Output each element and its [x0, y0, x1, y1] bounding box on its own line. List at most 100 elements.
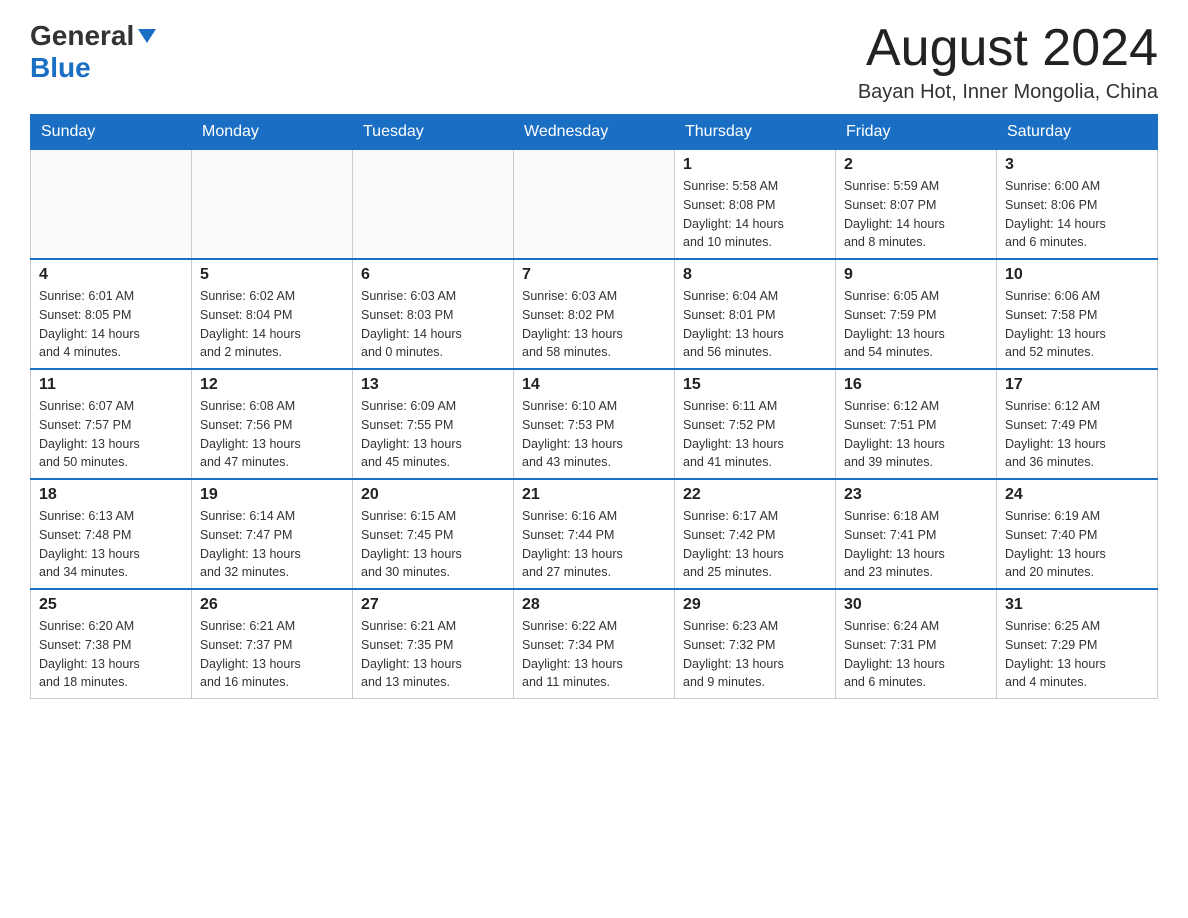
table-row: 16 Sunrise: 6:12 AMSunset: 7:51 PMDayligh… [836, 369, 997, 479]
table-row: 14 Sunrise: 6:10 AMSunset: 7:53 PMDayligh… [514, 369, 675, 479]
day-info: Sunrise: 6:23 AMSunset: 7:32 PMDaylight:… [683, 617, 827, 692]
table-row: 20 Sunrise: 6:15 AMSunset: 7:45 PMDayligh… [353, 479, 514, 589]
day-info: Sunrise: 6:00 AMSunset: 8:06 PMDaylight:… [1005, 177, 1149, 252]
header-saturday: Saturday [997, 115, 1158, 150]
day-number: 8 [683, 266, 827, 284]
table-row: 10 Sunrise: 6:06 AMSunset: 7:58 PMDayligh… [997, 259, 1158, 369]
table-row: 17 Sunrise: 6:12 AMSunset: 7:49 PMDayligh… [997, 369, 1158, 479]
day-info: Sunrise: 6:22 AMSunset: 7:34 PMDaylight:… [522, 617, 666, 692]
day-number: 12 [200, 376, 344, 394]
header-wednesday: Wednesday [514, 115, 675, 150]
table-row: 4 Sunrise: 6:01 AMSunset: 8:05 PMDaylight… [31, 259, 192, 369]
calendar-table: Sunday Monday Tuesday Wednesday Thursday… [30, 114, 1158, 699]
day-info: Sunrise: 6:15 AMSunset: 7:45 PMDaylight:… [361, 507, 505, 582]
month-title: August 2024 [858, 20, 1158, 77]
day-info: Sunrise: 6:10 AMSunset: 7:53 PMDaylight:… [522, 397, 666, 472]
table-row: 8 Sunrise: 6:04 AMSunset: 8:01 PMDaylight… [675, 259, 836, 369]
table-row [353, 150, 514, 260]
table-row: 27 Sunrise: 6:21 AMSunset: 7:35 PMDayligh… [353, 589, 514, 699]
day-info: Sunrise: 6:25 AMSunset: 7:29 PMDaylight:… [1005, 617, 1149, 692]
day-number: 26 [200, 596, 344, 614]
day-info: Sunrise: 6:13 AMSunset: 7:48 PMDaylight:… [39, 507, 183, 582]
day-number: 22 [683, 486, 827, 504]
day-number: 20 [361, 486, 505, 504]
day-info: Sunrise: 6:21 AMSunset: 7:37 PMDaylight:… [200, 617, 344, 692]
table-row: 19Sunrise: 6:14 AMSunset: 7:47 PMDayligh… [192, 479, 353, 589]
day-info: Sunrise: 6:12 AMSunset: 7:51 PMDaylight:… [844, 397, 988, 472]
table-row: 24Sunrise: 6:19 AMSunset: 7:40 PMDayligh… [997, 479, 1158, 589]
day-info: Sunrise: 6:18 AMSunset: 7:41 PMDaylight:… [844, 507, 988, 582]
table-row: 31Sunrise: 6:25 AMSunset: 7:29 PMDayligh… [997, 589, 1158, 699]
day-number: 27 [361, 596, 505, 614]
calendar-week-row: 18 Sunrise: 6:13 AMSunset: 7:48 PMDayligh… [31, 479, 1158, 589]
logo-general-text: General [30, 20, 134, 52]
table-row: 28Sunrise: 6:22 AMSunset: 7:34 PMDayligh… [514, 589, 675, 699]
day-number: 25 [39, 596, 183, 614]
logo-triangle-icon [138, 29, 156, 43]
table-row: 23 Sunrise: 6:18 AMSunset: 7:41 PMDayligh… [836, 479, 997, 589]
day-number: 14 [522, 376, 666, 394]
day-info: Sunrise: 6:21 AMSunset: 7:35 PMDaylight:… [361, 617, 505, 692]
day-info: Sunrise: 6:03 AMSunset: 8:02 PMDaylight:… [522, 287, 666, 362]
day-info: Sunrise: 6:07 AMSunset: 7:57 PMDaylight:… [39, 397, 183, 472]
day-number: 16 [844, 376, 988, 394]
table-row [514, 150, 675, 260]
table-row: 18 Sunrise: 6:13 AMSunset: 7:48 PMDayligh… [31, 479, 192, 589]
day-number: 17 [1005, 376, 1149, 394]
day-info: Sunrise: 6:06 AMSunset: 7:58 PMDaylight:… [1005, 287, 1149, 362]
logo: General Blue [30, 20, 156, 84]
table-row: 7 Sunrise: 6:03 AMSunset: 8:02 PMDaylight… [514, 259, 675, 369]
logo-blue-text: Blue [30, 52, 91, 84]
table-row: 25Sunrise: 6:20 AMSunset: 7:38 PMDayligh… [31, 589, 192, 699]
day-info: Sunrise: 5:58 AMSunset: 8:08 PMDaylight:… [683, 177, 827, 252]
day-number: 18 [39, 486, 183, 504]
day-info: Sunrise: 6:11 AMSunset: 7:52 PMDaylight:… [683, 397, 827, 472]
day-number: 23 [844, 486, 988, 504]
day-info: Sunrise: 6:16 AMSunset: 7:44 PMDaylight:… [522, 507, 666, 582]
calendar-week-row: 25Sunrise: 6:20 AMSunset: 7:38 PMDayligh… [31, 589, 1158, 699]
table-row: 5Sunrise: 6:02 AMSunset: 8:04 PMDaylight… [192, 259, 353, 369]
day-number: 9 [844, 266, 988, 284]
day-number: 29 [683, 596, 827, 614]
day-number: 11 [39, 376, 183, 394]
day-number: 4 [39, 266, 183, 284]
table-row: 2Sunrise: 5:59 AMSunset: 8:07 PMDaylight… [836, 150, 997, 260]
day-number: 1 [683, 156, 827, 174]
header-friday: Friday [836, 115, 997, 150]
table-row: 21 Sunrise: 6:16 AMSunset: 7:44 PMDayligh… [514, 479, 675, 589]
table-row [31, 150, 192, 260]
header-tuesday: Tuesday [353, 115, 514, 150]
table-row: 29 Sunrise: 6:23 AMSunset: 7:32 PMDayligh… [675, 589, 836, 699]
table-row: 22Sunrise: 6:17 AMSunset: 7:42 PMDayligh… [675, 479, 836, 589]
day-number: 15 [683, 376, 827, 394]
day-number: 10 [1005, 266, 1149, 284]
table-row: 9 Sunrise: 6:05 AMSunset: 7:59 PMDaylight… [836, 259, 997, 369]
calendar-week-row: 1 Sunrise: 5:58 AMSunset: 8:08 PMDaylight… [31, 150, 1158, 260]
table-row: 15 Sunrise: 6:11 AMSunset: 7:52 PMDayligh… [675, 369, 836, 479]
header-monday: Monday [192, 115, 353, 150]
calendar-week-row: 11 Sunrise: 6:07 AMSunset: 7:57 PMDayligh… [31, 369, 1158, 479]
day-number: 3 [1005, 156, 1149, 174]
day-info: Sunrise: 6:08 AMSunset: 7:56 PMDaylight:… [200, 397, 344, 472]
day-number: 30 [844, 596, 988, 614]
day-number: 7 [522, 266, 666, 284]
day-number: 21 [522, 486, 666, 504]
day-info: Sunrise: 6:19 AMSunset: 7:40 PMDaylight:… [1005, 507, 1149, 582]
table-row: 3 Sunrise: 6:00 AMSunset: 8:06 PMDaylight… [997, 150, 1158, 260]
title-section: August 2024 Bayan Hot, Inner Mongolia, C… [858, 20, 1158, 104]
table-row: 1 Sunrise: 5:58 AMSunset: 8:08 PMDaylight… [675, 150, 836, 260]
day-number: 19 [200, 486, 344, 504]
day-info: Sunrise: 6:01 AMSunset: 8:05 PMDaylight:… [39, 287, 183, 362]
day-info: Sunrise: 6:04 AMSunset: 8:01 PMDaylight:… [683, 287, 827, 362]
calendar-header-row: Sunday Monday Tuesday Wednesday Thursday… [31, 115, 1158, 150]
table-row: 26 Sunrise: 6:21 AMSunset: 7:37 PMDayligh… [192, 589, 353, 699]
table-row: 12 Sunrise: 6:08 AMSunset: 7:56 PMDayligh… [192, 369, 353, 479]
table-row: 6Sunrise: 6:03 AMSunset: 8:03 PMDaylight… [353, 259, 514, 369]
day-info: Sunrise: 6:05 AMSunset: 7:59 PMDaylight:… [844, 287, 988, 362]
page-header: General Blue August 2024 Bayan Hot, Inne… [30, 20, 1158, 104]
calendar-week-row: 4 Sunrise: 6:01 AMSunset: 8:05 PMDaylight… [31, 259, 1158, 369]
day-info: Sunrise: 6:09 AMSunset: 7:55 PMDaylight:… [361, 397, 505, 472]
day-info: Sunrise: 6:12 AMSunset: 7:49 PMDaylight:… [1005, 397, 1149, 472]
day-number: 5 [200, 266, 344, 284]
day-number: 13 [361, 376, 505, 394]
